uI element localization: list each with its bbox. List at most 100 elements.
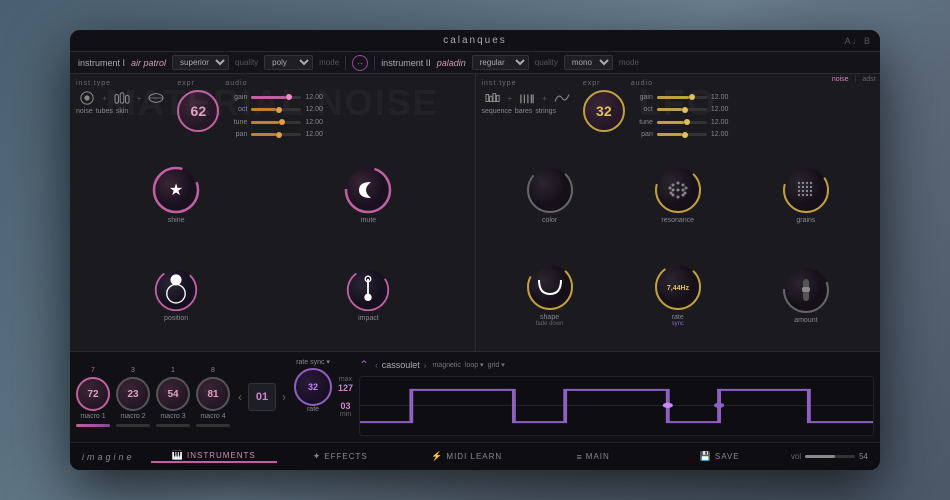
macro4-label: macro 4 xyxy=(200,413,225,420)
inst2-quality-select[interactable]: regularsuperior xyxy=(472,55,529,70)
rate-dial[interactable]: 32 xyxy=(294,368,332,406)
midi-icon: ⚡ xyxy=(431,451,442,462)
position-knob[interactable] xyxy=(153,267,199,313)
bares-label: bares xyxy=(515,108,533,115)
inst1-quality-select[interactable]: superiorregular xyxy=(172,55,229,70)
seq-display[interactable] xyxy=(359,376,874,436)
seq-prev-btn[interactable]: ‹ xyxy=(375,361,378,370)
shape-knob[interactable] xyxy=(525,262,575,312)
inst2-mode-select[interactable]: monopoly xyxy=(564,55,613,70)
oct2-slider[interactable] xyxy=(657,108,707,111)
min-item: 03 min xyxy=(338,401,353,418)
oct-value: 12.00 xyxy=(305,106,330,113)
inst2-quality-label: quality xyxy=(535,58,558,67)
shine-knob[interactable]: ★ xyxy=(151,165,201,215)
oct2-label: oct xyxy=(631,106,653,113)
macro1-dial[interactable]: 72 xyxy=(76,377,110,411)
noise-adsr-tabs: noise | adsr xyxy=(832,76,876,83)
pan2-slider[interactable] xyxy=(657,133,707,136)
nav-save[interactable]: 💾 SAVE xyxy=(656,451,782,462)
noise-icon[interactable] xyxy=(76,90,98,106)
strings-icon[interactable] xyxy=(551,90,573,106)
color-knob-item: color xyxy=(525,165,575,224)
inst1-quality-label: quality xyxy=(235,58,258,67)
panel1-top: inst.type + xyxy=(76,80,469,140)
imagine-logo: imagine xyxy=(82,452,135,462)
gain2-slider[interactable] xyxy=(657,96,707,99)
instruments-icon: 🎹 xyxy=(172,450,183,461)
effects-label: EFFECTS xyxy=(324,452,367,461)
rate-sync-label[interactable]: rate sync ▾ xyxy=(296,358,330,366)
save-icon: 💾 xyxy=(700,451,711,462)
inst1-mode-select[interactable]: polymono xyxy=(264,55,313,70)
tune-slider[interactable] xyxy=(251,121,301,124)
nav-effects[interactable]: ✦ EFFECTS xyxy=(277,451,403,462)
color-knob[interactable] xyxy=(525,165,575,215)
macro4-bar xyxy=(196,424,230,427)
mute-knob[interactable] xyxy=(343,165,393,215)
scene-next-btn[interactable]: › xyxy=(280,388,288,406)
rate-knob[interactable]: 7,44Hz xyxy=(653,262,703,312)
seq-tag-magnetic[interactable]: magnetic xyxy=(432,362,460,369)
oct-slider[interactable] xyxy=(251,108,301,111)
impact-knob[interactable] xyxy=(345,267,391,313)
macro3-dial[interactable]: 54 xyxy=(156,377,190,411)
min-value: 03 xyxy=(341,401,351,411)
panel2-knobs-bottom: shape fade down 7,44Hz xyxy=(482,245,875,346)
macro3-sub: 1 xyxy=(171,367,175,374)
tubes-icon[interactable] xyxy=(111,90,133,106)
nav-main[interactable]: ≡ MAIN xyxy=(530,452,656,462)
scene-nav: ‹ 01 › xyxy=(236,358,288,436)
inst1-expr-knob[interactable]: 62 xyxy=(177,90,219,132)
resonance-label: resonance xyxy=(661,217,694,224)
macro1-bar xyxy=(76,424,110,427)
svg-text:7,44Hz: 7,44Hz xyxy=(667,285,690,292)
grains-label: grains xyxy=(796,217,815,224)
shape-sublabel: fade down xyxy=(536,321,564,327)
oct-row: oct 12.00 xyxy=(225,105,468,116)
amount-knob[interactable] xyxy=(781,265,831,315)
panel-inst1: material noise inst.type xyxy=(70,74,476,351)
tune2-row: tune 12.00 xyxy=(631,117,874,128)
rate-sync-badge: sync xyxy=(672,321,684,327)
macro4-dial[interactable]: 81 xyxy=(196,377,230,411)
nav-instruments[interactable]: 🎹 INSTRUMENTS xyxy=(151,450,277,463)
seq-top: ⌃ ‹ cassoulet › magnetic loop ▾ grid ▾ xyxy=(359,358,874,372)
effects-icon: ✦ xyxy=(313,451,321,462)
inst2-preset: paladin xyxy=(437,58,466,68)
gain-slider[interactable] xyxy=(251,96,301,99)
vol-value: 54 xyxy=(859,452,868,461)
inst2-expr-knob[interactable]: 32 xyxy=(583,90,625,132)
macro2-dial[interactable]: 23 xyxy=(116,377,150,411)
mute-knob-item: mute xyxy=(343,165,393,224)
resonance-knob[interactable] xyxy=(653,165,703,215)
tune2-slider[interactable] xyxy=(657,121,707,124)
pan-slider[interactable] xyxy=(251,133,301,136)
macros-section: 7 72 macro 1 3 23 macro 2 1 54 macro 3 8… xyxy=(76,358,230,436)
scene-prev-btn[interactable]: ‹ xyxy=(236,388,244,406)
tab-divider[interactable]: ↔ xyxy=(352,55,368,71)
shine-label: shine xyxy=(168,217,185,224)
seq-next-btn[interactable]: › xyxy=(424,361,427,370)
gain2-label: gain xyxy=(631,94,653,101)
instrument-panels: material noise inst.type xyxy=(70,74,880,352)
macro4-item: 8 81 macro 4 xyxy=(196,367,230,427)
sequence-icon[interactable] xyxy=(482,90,504,106)
bares-icon[interactable] xyxy=(516,90,538,106)
window-controls: A ♩ B xyxy=(844,36,870,46)
tune2-value: 12.00 xyxy=(711,119,736,126)
panel2-knobs-top: color xyxy=(482,144,875,245)
skin-icon[interactable] xyxy=(145,90,167,106)
seq-tag-loop[interactable]: loop ▾ xyxy=(465,361,484,369)
inst2-type-label: inst.type xyxy=(482,80,573,87)
seq-tag-grid[interactable]: grid ▾ xyxy=(488,361,505,369)
macro1-item: 7 72 macro 1 xyxy=(76,367,110,427)
pan-label: pan xyxy=(225,131,247,138)
vol-slider[interactable] xyxy=(805,455,855,458)
noise-tab[interactable]: noise xyxy=(832,76,849,83)
inst1-expr-section: expr 62 xyxy=(177,80,219,140)
nav-midi[interactable]: ⚡ MIDI LEARN xyxy=(403,451,529,462)
adsr-tab[interactable]: adsr xyxy=(862,76,876,83)
grains-knob[interactable] xyxy=(781,165,831,215)
sequencer-section: ⌃ ‹ cassoulet › magnetic loop ▾ grid ▾ xyxy=(359,358,874,436)
